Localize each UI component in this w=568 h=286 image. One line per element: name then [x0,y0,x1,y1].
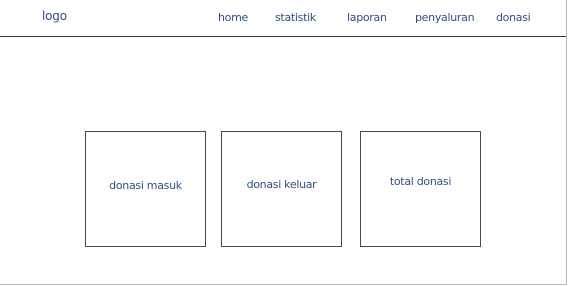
top-navbar: logo home statistik laporan penyaluran d… [0,0,566,37]
card-donasi-keluar[interactable]: donasi keluar [221,131,342,247]
card-donasi-masuk[interactable]: donasi masuk [85,131,206,247]
nav-link-donasi[interactable]: donasi [496,11,531,24]
logo[interactable]: logo [42,9,67,23]
card-label-donasi-keluar: donasi keluar [246,178,317,191]
card-total-donasi[interactable]: total donasi [360,131,481,247]
nav-link-statistik[interactable]: statistik [275,11,316,24]
card-label-total-donasi: total donasi [389,175,452,188]
nav-link-penyaluran[interactable]: penyaluran [415,11,475,24]
nav-link-laporan[interactable]: laporan [347,11,387,24]
card-label-donasi-masuk: donasi masuk [109,179,182,192]
nav-link-home[interactable]: home [218,11,248,24]
